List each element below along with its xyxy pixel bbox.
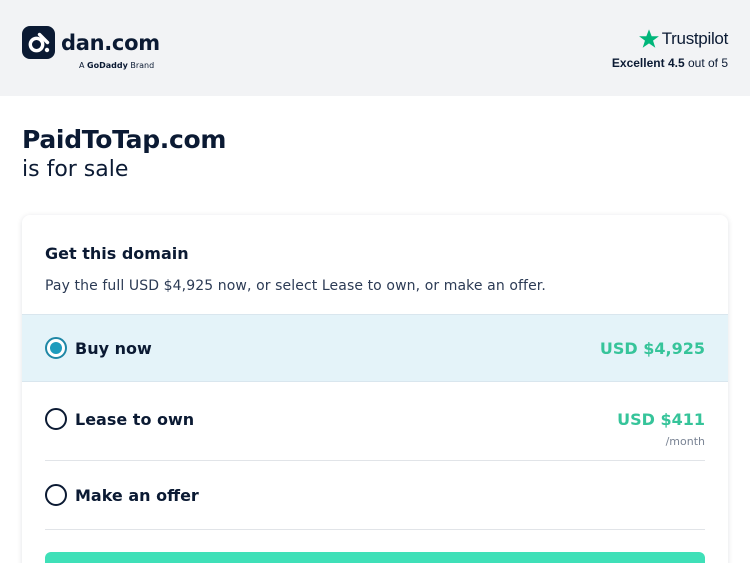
rating-suffix: out of 5: [687, 56, 728, 70]
make-offer-label: Make an offer: [75, 486, 199, 505]
lease-to-own-unit: /month: [665, 435, 705, 448]
dan-logo[interactable]: dan.com: [22, 26, 160, 59]
rating-score: 4.5: [667, 56, 685, 70]
card-heading: Get this domain: [45, 244, 189, 263]
star-icon: [638, 29, 659, 48]
rating-label: Excellent: [611, 56, 665, 70]
tagline-brand: GoDaddy: [87, 61, 128, 70]
buy-now-button[interactable]: [45, 552, 705, 563]
buy-now-radio[interactable]: [45, 337, 67, 359]
trustpilot-name: Trustpilot: [661, 29, 729, 48]
sale-status: is for sale: [22, 157, 129, 182]
make-offer-radio[interactable]: [45, 484, 67, 506]
trustpilot-widget[interactable]: Trustpilot Excellent 4.5 out of 5: [588, 28, 728, 70]
option-divider: [45, 529, 705, 530]
trustpilot-brand: Trustpilot: [588, 28, 728, 50]
buy-now-price: USD $4,925: [599, 339, 705, 358]
lease-to-own-price: USD $411: [617, 410, 705, 429]
option-buy-now[interactable]: Buy now USD $4,925: [22, 314, 728, 382]
option-divider: [45, 460, 705, 461]
option-make-offer[interactable]: Make an offer: [22, 462, 728, 530]
tagline-prefix: A: [79, 61, 85, 70]
domain-name: PaidToTap.com: [22, 125, 227, 154]
buy-now-label: Buy now: [75, 339, 152, 358]
lease-to-own-label: Lease to own: [75, 410, 195, 429]
logo-text: dan.com: [61, 30, 160, 55]
card-description: Pay the full USD $4,925 now, or select L…: [45, 278, 546, 294]
lease-to-own-radio[interactable]: [45, 408, 67, 430]
trustpilot-rating: Excellent 4.5 out of 5: [588, 56, 728, 70]
tagline-suffix: Brand: [130, 61, 155, 70]
dan-logo-icon: [22, 26, 55, 59]
site-header: dan.com A GoDaddy Brand Trustpilot Excel…: [0, 0, 750, 96]
option-lease-to-own[interactable]: Lease to own USD $411 /month: [22, 383, 728, 461]
purchase-card: Get this domain Pay the full USD $4,925 …: [22, 215, 728, 563]
godaddy-brand-tagline: A GoDaddy Brand: [79, 61, 154, 70]
